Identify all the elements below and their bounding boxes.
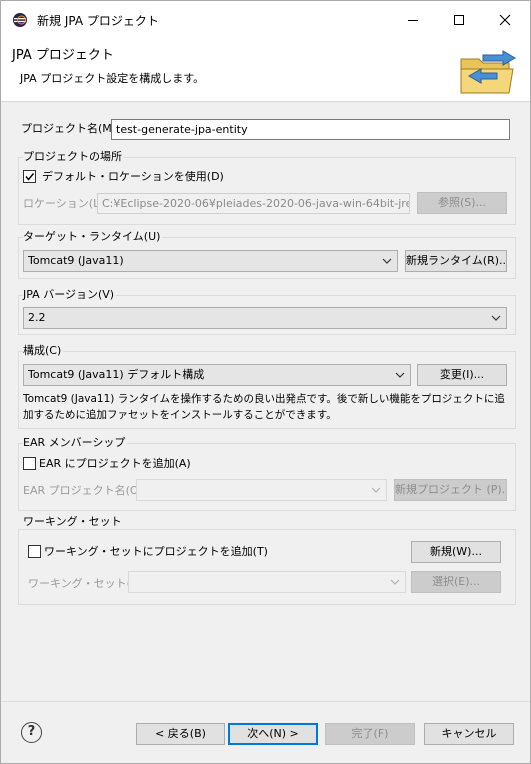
folder-wizard-icon xyxy=(460,50,516,94)
banner-title: JPA プロジェクト xyxy=(12,48,114,63)
ear-project-name-label: EAR プロジェクト名(O): xyxy=(23,484,147,497)
footer-separator xyxy=(1,701,530,702)
wizard-banner: JPA プロジェクト JPA プロジェクト設定を構成します。 xyxy=(1,39,530,102)
minimize-icon xyxy=(408,20,418,21)
default-location-label: デフォルト・ロケーションを使用(D) xyxy=(42,170,224,183)
chevron-down-icon xyxy=(491,315,501,321)
default-location-checkbox[interactable] xyxy=(23,170,36,183)
dialog-window: 新規 JPA プロジェクト JPA プロジェクト JPA プロジェクト設定を構成… xyxy=(0,0,531,764)
project-name-field[interactable]: test-generate-jpa-entity xyxy=(111,119,510,140)
runtime-select[interactable]: Tomcat9 (Java11) xyxy=(23,250,398,272)
location-group-label: プロジェクトの場所 xyxy=(23,150,124,164)
configuration-select[interactable]: Tomcat9 (Java11) デフォルト構成 xyxy=(23,364,411,386)
working-sets-group-label: ワーキング・セット xyxy=(23,515,124,529)
location-group xyxy=(18,157,516,225)
browse-button[interactable]: 参照(S)... xyxy=(417,192,507,214)
ear-group-label: EAR メンバーシップ xyxy=(23,436,128,450)
add-to-ear-label: EAR にプロジェクトを追加(A) xyxy=(39,457,191,470)
close-button[interactable] xyxy=(482,1,528,39)
modify-configuration-button[interactable]: 変更(I)... xyxy=(417,364,507,386)
minimize-button[interactable] xyxy=(390,1,436,39)
location-field[interactable]: C:¥Eclipse-2020-06¥pleiades-2020-06-java… xyxy=(97,193,410,214)
jpa-version-group-label: JPA バージョン(V) xyxy=(23,288,117,302)
jpa-version-select[interactable]: 2.2 xyxy=(23,307,507,329)
help-icon[interactable]: ? xyxy=(21,722,42,743)
ear-project-select[interactable] xyxy=(136,479,387,501)
runtime-selected: Tomcat9 (Java11) xyxy=(28,254,124,267)
new-working-set-button[interactable]: 新規(W)... xyxy=(411,541,501,563)
maximize-button[interactable] xyxy=(436,1,482,39)
chevron-down-icon xyxy=(395,372,405,378)
project-name-label: プロジェクト名(M): xyxy=(21,122,120,135)
runtime-group-label: ターゲット・ランタイム(U) xyxy=(23,230,163,244)
title-bar: 新規 JPA プロジェクト xyxy=(1,1,530,39)
select-working-set-button[interactable]: 選択(E)... xyxy=(411,571,501,593)
add-to-ear-checkbox[interactable] xyxy=(23,457,36,470)
chevron-down-icon xyxy=(390,579,400,585)
configuration-group-label: 構成(C) xyxy=(23,344,64,358)
eclipse-icon xyxy=(13,13,27,27)
cancel-button[interactable]: キャンセル xyxy=(424,723,514,745)
chevron-down-icon xyxy=(382,258,392,264)
next-button[interactable]: 次へ(N) > xyxy=(228,723,318,745)
back-button[interactable]: < 戻る(B) xyxy=(136,723,225,745)
maximize-icon xyxy=(454,15,464,25)
new-runtime-button[interactable]: 新規ランタイム(R)... xyxy=(405,250,507,272)
banner-description: JPA プロジェクト設定を構成します。 xyxy=(20,72,205,85)
location-label: ロケーション(L): xyxy=(23,197,108,210)
new-ear-project-button[interactable]: 新規プロジェクト (P)... xyxy=(394,479,507,501)
add-to-working-set-label: ワーキング・セットにプロジェクトを追加(T) xyxy=(44,545,268,558)
window-title: 新規 JPA プロジェクト xyxy=(37,14,159,28)
checkmark-icon xyxy=(25,173,35,181)
configuration-description: Tomcat9 (Java11) ランタイムを操作するための良い出発点です。後で… xyxy=(23,393,505,421)
wizard-content: プロジェクト名(M): test-generate-jpa-entity プロジ… xyxy=(15,111,519,617)
finish-button[interactable]: 完了(F) xyxy=(325,723,415,745)
add-to-working-set-checkbox[interactable] xyxy=(28,545,41,558)
jpa-version-selected: 2.2 xyxy=(28,311,46,324)
chevron-down-icon xyxy=(371,487,381,493)
configuration-selected: Tomcat9 (Java11) デフォルト構成 xyxy=(28,368,205,381)
close-icon xyxy=(499,14,511,26)
working-sets-select[interactable] xyxy=(128,571,406,593)
